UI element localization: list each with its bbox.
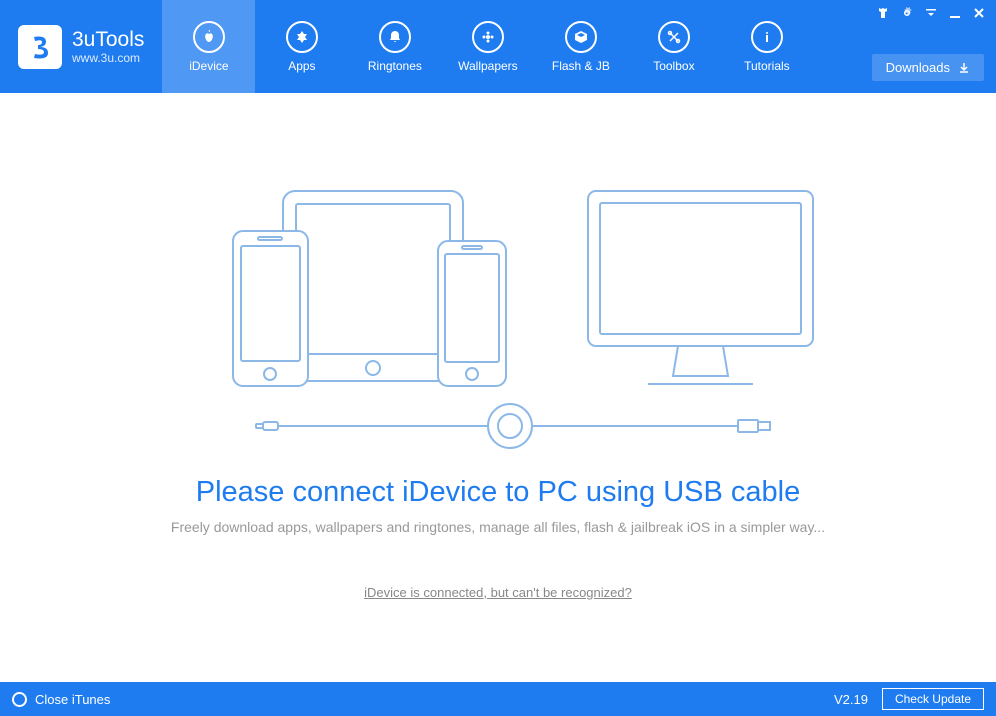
downloads-button[interactable]: Downloads [872, 54, 984, 81]
main-nav: iDevice Apps Ringtones Wallpapers Flash … [162, 0, 813, 93]
app-url: www.3u.com [72, 51, 144, 65]
app-logo [18, 25, 62, 69]
main-content: Please connect iDevice to PC using USB c… [0, 93, 996, 682]
box-icon [565, 21, 597, 53]
subheadline: Freely download apps, wallpapers and rin… [171, 519, 825, 535]
shirt-icon[interactable] [876, 6, 890, 20]
check-update-label: Check Update [895, 692, 971, 706]
spinner-icon [12, 692, 27, 707]
app-title: 3uTools [72, 28, 144, 51]
apple-icon [193, 21, 225, 53]
nav-label: Apps [288, 59, 315, 73]
nav-idevice[interactable]: iDevice [162, 0, 255, 93]
help-link[interactable]: iDevice is connected, but can't be recog… [364, 585, 632, 600]
settings-icon[interactable] [900, 6, 914, 20]
downloads-label: Downloads [886, 60, 950, 75]
version-label: V2.19 [834, 692, 868, 707]
apps-icon [286, 21, 318, 53]
nav-flash-jb[interactable]: Flash & JB [534, 0, 627, 93]
headline: Please connect iDevice to PC using USB c… [196, 476, 800, 509]
close-itunes-button[interactable]: Close iTunes [12, 692, 110, 707]
flower-icon [472, 21, 504, 53]
nav-toolbox[interactable]: Toolbox [627, 0, 720, 93]
connect-illustration [118, 176, 878, 456]
nav-label: Flash & JB [552, 59, 610, 73]
info-icon [751, 21, 783, 53]
close-icon[interactable] [972, 6, 986, 20]
download-icon [958, 62, 970, 74]
header: 3uTools www.3u.com iDevice Apps Ringtone… [0, 0, 996, 93]
close-itunes-label: Close iTunes [35, 692, 110, 707]
minimize-icon[interactable] [948, 6, 962, 20]
brand: 3uTools www.3u.com [0, 0, 162, 93]
nav-wallpapers[interactable]: Wallpapers [441, 0, 534, 93]
dropdown-icon[interactable] [924, 6, 938, 20]
window-controls [876, 6, 986, 20]
nav-label: Tutorials [744, 59, 790, 73]
nav-label: Wallpapers [458, 59, 518, 73]
tools-icon [658, 21, 690, 53]
nav-ringtones[interactable]: Ringtones [348, 0, 441, 93]
nav-label: iDevice [189, 59, 228, 73]
nav-apps[interactable]: Apps [255, 0, 348, 93]
nav-tutorials[interactable]: Tutorials [720, 0, 813, 93]
nav-label: Ringtones [368, 59, 422, 73]
nav-label: Toolbox [653, 59, 694, 73]
check-update-button[interactable]: Check Update [882, 688, 984, 710]
footer: Close iTunes V2.19 Check Update [0, 682, 996, 716]
bell-icon [379, 21, 411, 53]
